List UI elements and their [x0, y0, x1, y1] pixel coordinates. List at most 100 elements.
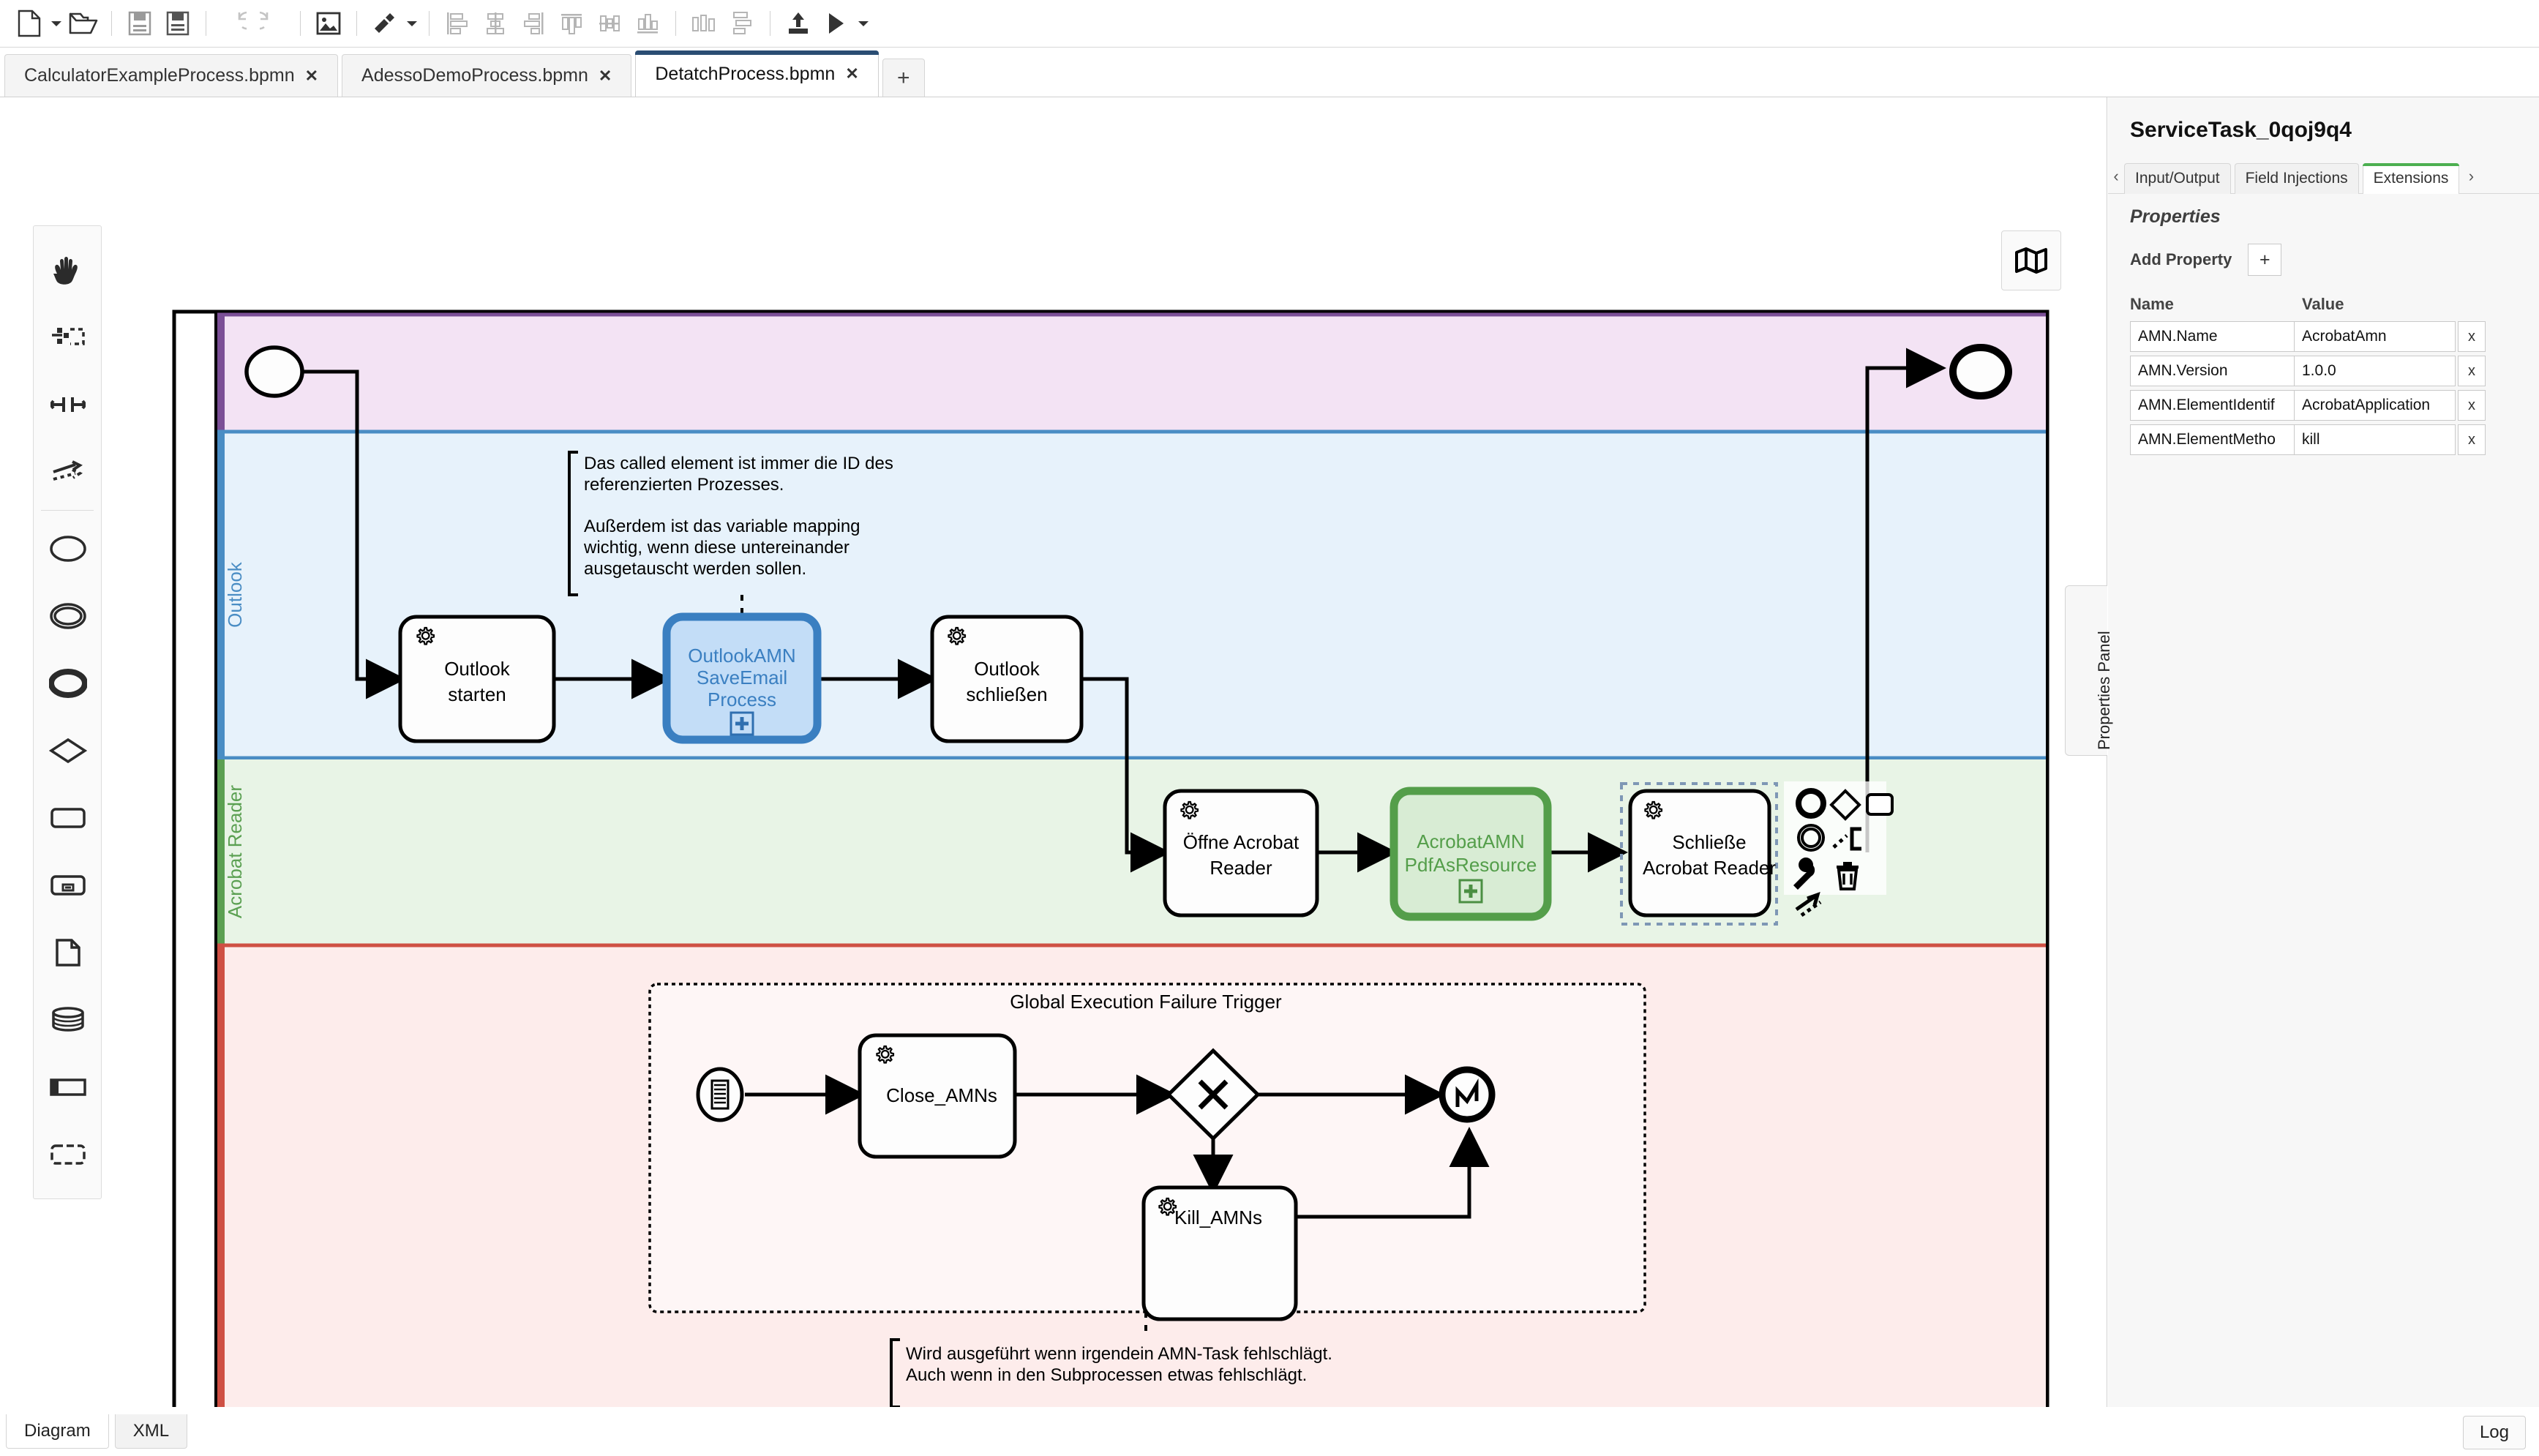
participant-icon[interactable] — [34, 1054, 102, 1121]
task-label: Outlook — [444, 658, 511, 680]
file-tab-label: DetatchProcess.bpmn — [655, 63, 836, 84]
global-connect-tool-icon[interactable] — [34, 438, 102, 506]
call-activity-outlookamn-saveemail[interactable]: OutlookAMN SaveEmail Process — [662, 612, 822, 744]
lane-label-acrobat-reader: Acrobat Reader — [224, 785, 246, 918]
tab-field-injections[interactable]: Field Injections — [2234, 163, 2359, 194]
remove-property-icon[interactable]: x — [2458, 424, 2486, 455]
task-outlook-schliessen[interactable]: Outlook schließen — [930, 615, 1084, 743]
diagram-canvas-area[interactable]: Outlook Acrobat Reader Das called elemen… — [0, 97, 2107, 1407]
intermediate-event-icon[interactable] — [34, 582, 102, 650]
run-dropdown-caret[interactable] — [855, 4, 871, 42]
properties-section-label: Properties — [2130, 206, 2221, 227]
task-label: AcrobatAMN — [1417, 830, 1524, 852]
svg-text:wichtig, wenn diese untereinan: wichtig, wenn diese untereinander — [583, 538, 850, 558]
tab-extensions[interactable]: Extensions — [2362, 163, 2460, 194]
deploy-icon[interactable] — [779, 4, 817, 42]
call-activity-acrobatamn-pdfasresource[interactable]: AcrobatAMN PdfAsResource — [1389, 787, 1552, 921]
append-task-icon[interactable] — [1866, 793, 1894, 816]
subprocess-icon[interactable] — [34, 852, 102, 919]
space-tool-icon[interactable] — [34, 371, 102, 438]
run-icon[interactable] — [817, 4, 855, 42]
property-value-field[interactable]: kill — [2295, 424, 2456, 455]
task-label: Reader — [1210, 857, 1272, 879]
open-folder-icon[interactable] — [64, 4, 102, 42]
remove-property-icon[interactable]: x — [2458, 356, 2486, 386]
distribute-vertical-icon — [723, 4, 761, 42]
bpmn-canvas[interactable]: Outlook Acrobat Reader Das called elemen… — [0, 97, 2107, 1407]
color-brush-dropdown-caret[interactable] — [404, 4, 420, 42]
minimap-toggle-button[interactable] — [2001, 230, 2061, 290]
add-property-button[interactable]: + — [2248, 244, 2282, 276]
new-tab-button[interactable]: + — [882, 59, 925, 97]
toolbar-divider — [300, 11, 301, 36]
tabs-scroll-right-icon[interactable]: › — [2463, 167, 2479, 193]
map-icon — [2015, 247, 2047, 274]
save-as-icon[interactable] — [159, 4, 197, 42]
start-event[interactable] — [244, 345, 304, 398]
save-icon[interactable] — [121, 4, 159, 42]
new-file-icon[interactable] — [10, 4, 48, 42]
file-tab-adesso[interactable]: AdessoDemoProcess.bpmn ✕ — [342, 54, 632, 97]
toolbar-divider — [356, 11, 357, 36]
task-label: SaveEmail — [697, 667, 787, 688]
align-right-icon — [514, 4, 552, 42]
lasso-tool-icon[interactable] — [34, 304, 102, 371]
remove-property-icon[interactable]: x — [2458, 390, 2486, 421]
svg-text:referenzierten Prozesses.: referenzierten Prozesses. — [584, 475, 784, 495]
data-store-icon[interactable] — [34, 986, 102, 1054]
property-value-field[interactable]: AcrobatAmn — [2295, 321, 2456, 352]
end-event[interactable] — [1949, 344, 2012, 399]
subprocess-global-execution-failure-trigger[interactable]: Global Execution Failure Trigger Close_A… — [648, 983, 1646, 1321]
file-tab-calculator[interactable]: CalculatorExampleProcess.bpmn ✕ — [4, 54, 339, 97]
file-tab-bar: CalculatorExampleProcess.bpmn ✕ AdessoDe… — [0, 48, 2539, 97]
hand-tool-icon[interactable] — [34, 236, 102, 304]
color-brush-icon[interactable] — [366, 4, 404, 42]
properties-panel-title: ServiceTask_0qoj9q4 — [2130, 118, 2352, 142]
end-event-icon[interactable] — [34, 650, 102, 717]
redo-icon — [253, 4, 291, 42]
gateway-icon[interactable] — [34, 717, 102, 784]
log-button[interactable]: Log — [2462, 1416, 2526, 1449]
export-image-icon[interactable] — [310, 4, 348, 42]
property-name-field[interactable]: AMN.ElementIdentif — [2130, 390, 2295, 421]
close-icon[interactable]: ✕ — [599, 67, 612, 84]
group-icon[interactable] — [34, 1121, 102, 1188]
property-name-field[interactable]: AMN.Name — [2130, 321, 2295, 352]
task-kill-amns[interactable]: Kill_AMNs — [1141, 1185, 1298, 1321]
distribute-horizontal-icon — [685, 4, 723, 42]
bottom-tab-xml[interactable]: XML — [114, 1414, 188, 1449]
close-icon[interactable]: ✕ — [845, 66, 858, 82]
align-left-icon — [438, 4, 476, 42]
property-name-field[interactable]: AMN.ElementMetho — [2130, 424, 2295, 455]
properties-panel: ServiceTask_0qoj9q4 ‹ Input/Output Field… — [2108, 97, 2539, 1407]
tabs-scroll-left-icon[interactable]: ‹ — [2108, 167, 2124, 193]
align-bottom-icon — [629, 4, 667, 42]
svg-text:Wird ausgeführt wenn irgendein: Wird ausgeführt wenn irgendein AMN-Task … — [906, 1344, 1332, 1364]
task-close-amns[interactable]: Close_AMNs — [858, 1033, 1017, 1159]
task-icon[interactable] — [34, 784, 102, 852]
remove-property-icon[interactable]: x — [2458, 321, 2486, 352]
task-oeffne-acrobat-reader[interactable]: Öffne Acrobat Reader — [1163, 789, 1319, 917]
task-label: Outlook — [974, 658, 1040, 680]
end-event-escalation[interactable] — [1439, 1066, 1496, 1123]
property-name-field[interactable]: AMN.Version — [2130, 356, 2295, 386]
properties-panel-toggle[interactable]: Properties Panel — [2065, 585, 2113, 756]
task-schliesse-acrobat-reader[interactable]: Schließe Acrobat Reader — [1620, 782, 1778, 926]
lane-label-outlook: Outlook — [224, 561, 246, 628]
task-label: OutlookAMN — [688, 645, 795, 667]
property-value-field[interactable]: 1.0.0 — [2295, 356, 2456, 386]
file-tab-detatch[interactable]: DetatchProcess.bpmn ✕ — [635, 50, 880, 97]
new-file-dropdown-caret[interactable] — [48, 4, 64, 42]
main-toolbar — [0, 0, 2539, 48]
close-icon[interactable]: ✕ — [305, 67, 318, 84]
svg-text:Das called element ist immer d: Das called element ist immer die ID des — [584, 454, 893, 473]
bottom-tab-diagram[interactable]: Diagram — [6, 1414, 109, 1449]
toolbar-divider — [675, 11, 676, 36]
task-outlook-starten[interactable]: Outlook starten — [398, 615, 556, 743]
start-event-icon[interactable] — [34, 515, 102, 582]
tab-input-output[interactable]: Input/Output — [2124, 163, 2231, 194]
start-event-signal[interactable] — [696, 1067, 744, 1122]
property-value-field[interactable]: AcrobatApplication — [2295, 390, 2456, 421]
data-object-icon[interactable] — [34, 919, 102, 986]
bottom-bar: Diagram XML Log — [0, 1407, 2539, 1456]
